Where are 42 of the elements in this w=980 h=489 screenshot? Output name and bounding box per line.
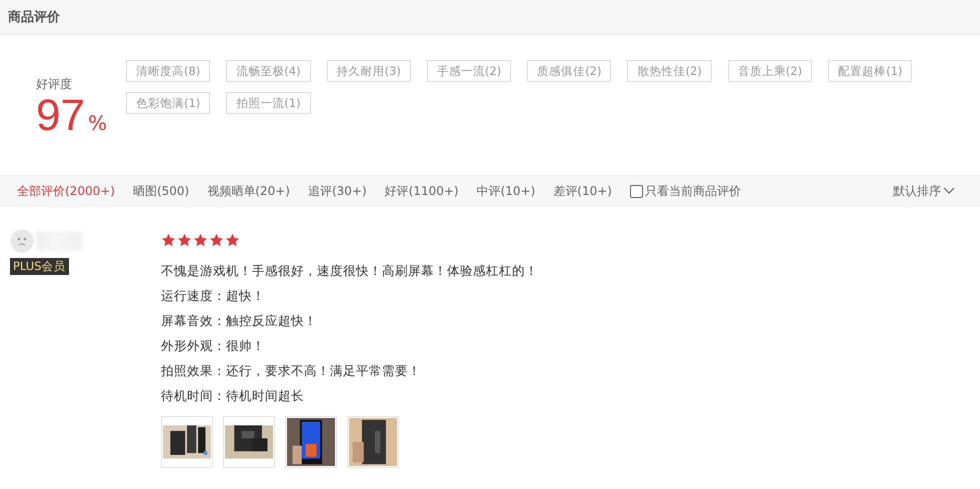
review-tag[interactable]: 手感一流(2) [426, 60, 512, 82]
review-tag[interactable]: 清晰度高(8) [126, 60, 210, 82]
sort-dropdown[interactable]: 默认排序 [893, 182, 955, 200]
rating-percent: 97 [36, 93, 85, 139]
photo-thumbnail[interactable] [223, 416, 275, 468]
star-icon [193, 233, 208, 248]
filter-tab[interactable]: 中评(10+) [476, 182, 536, 200]
review-tag[interactable]: 持久耐用(3) [326, 60, 411, 82]
photo-thumbnail[interactable] [347, 416, 399, 468]
filter-tab[interactable]: 晒图(500) [132, 182, 190, 200]
membership-badge: PLUS会员 [10, 258, 68, 275]
review-tag[interactable]: 流畅至极(4) [226, 60, 311, 82]
star-icon [161, 233, 176, 248]
filter-tab[interactable]: 差评(10+) [553, 182, 612, 200]
review-tag[interactable]: 散热性佳(2) [627, 60, 712, 82]
review-text: 待机时间：待机时间超长 [161, 387, 305, 405]
photo-thumbnail[interactable] [285, 416, 337, 468]
filter-tab[interactable]: 视频晒单(20+) [207, 182, 290, 200]
filter-tab[interactable]: 追评(30+) [308, 182, 367, 200]
filter-tab[interactable]: 好评(1100+) [384, 182, 459, 200]
review-text: 拍照效果：还行，要求不高！满足平常需要！ [161, 362, 422, 380]
review-text: 不愧是游戏机！手感很好，速度很快！高刷屏幕！体验感杠杠的！ [161, 262, 538, 280]
checkbox-label[interactable]: 只看当前商品评价 [644, 182, 741, 200]
avatar-icon [10, 229, 34, 253]
rating-label: 好评度 [36, 76, 73, 93]
photo-thumbnail[interactable] [161, 416, 213, 468]
section-title: 商品评价 [8, 8, 60, 26]
caret-icon [943, 187, 955, 195]
filter-tab[interactable]: 全部评价(2000+) [17, 182, 115, 200]
review-text: 运行速度：超快！ [161, 287, 266, 305]
percent-sign: % [88, 111, 107, 135]
review-tag[interactable]: 音质上乘(2) [728, 60, 812, 82]
review-text: 外形外观：很帅！ [161, 337, 266, 355]
star-icon [209, 233, 224, 248]
review-tag[interactable]: 配置超棒(1) [828, 60, 912, 82]
review-tag[interactable]: 拍照一流(1) [226, 92, 311, 114]
review-tag[interactable]: 色彩饱满(1) [126, 92, 210, 114]
checkbox[interactable] [630, 184, 643, 198]
review-text: 屏幕音效：触控反应超快！ [161, 312, 318, 330]
review-tag[interactable]: 质感俱佳(2) [527, 60, 612, 82]
star-icon [225, 233, 240, 248]
star-icon [177, 233, 192, 248]
